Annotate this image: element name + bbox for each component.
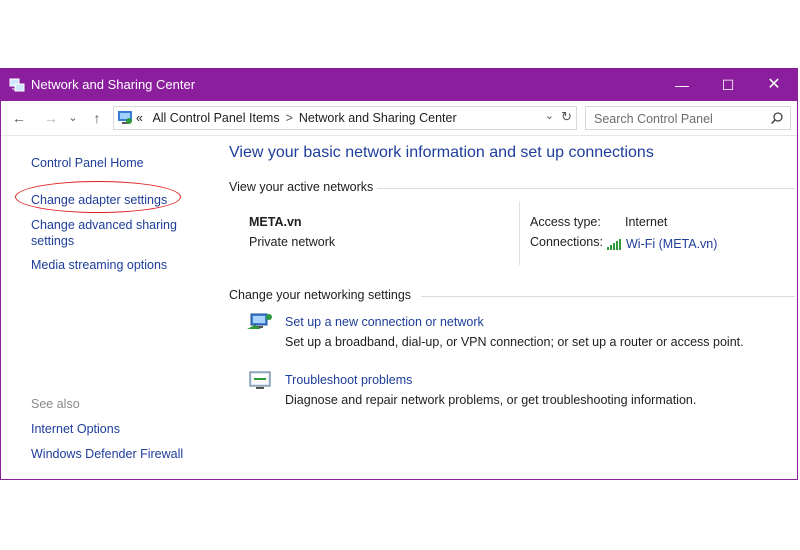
network-app-icon [9,78,25,92]
maximize-button[interactable]: ☐ [705,69,751,101]
control-panel-home-link[interactable]: Control Panel Home [31,155,144,171]
search-box[interactable] [585,106,791,130]
access-type-value: Internet [625,215,668,229]
wifi-connection-label[interactable]: Wi-Fi (META.vn) [626,237,717,251]
troubleshoot-icon [249,371,271,389]
breadcrumb-all-control-panel-items[interactable]: All Control Panel Items [152,111,279,125]
breadcrumb-network-sharing-center[interactable]: Network and Sharing Center [299,111,457,125]
connections-label: Connections: [530,235,603,249]
left-pane: Control Panel Home Change adapter settin… [1,135,206,479]
new-connection-icon [247,313,272,329]
address-dropdown-button[interactable]: ⌄ [545,109,554,122]
wifi-signal-icon [607,239,621,250]
network-name: META.vn [249,215,302,229]
refresh-button[interactable]: ↻ [561,109,572,125]
breadcrumb: « All Control Panel Items > Network and Sh… [136,111,457,125]
divider [421,296,795,297]
window-title: Network and Sharing Center [31,77,196,92]
change-advanced-sharing-link[interactable]: Change advanced sharing [31,217,177,233]
see-also-label: See also [31,397,80,411]
troubleshoot-problems-link[interactable]: Troubleshoot problems [285,373,412,387]
search-icon[interactable] [770,111,784,125]
vertical-divider [519,201,520,265]
main-content: View your basic network information and … [229,135,797,479]
search-input[interactable] [592,110,766,128]
change-settings-label: Change your networking settings [229,288,412,302]
setup-new-connection-description: Set up a broadband, dial-up, or VPN conn… [285,335,744,349]
setup-new-connection-link[interactable]: Set up a new connection or network [285,315,484,329]
windows-defender-firewall-link[interactable]: Windows Defender Firewall [31,446,183,462]
access-type-label: Access type: [530,215,601,229]
close-button[interactable]: ✕ [751,69,797,101]
divider [377,188,795,189]
forward-button[interactable]: → [41,107,61,129]
network-type: Private network [249,235,336,249]
back-button[interactable]: ← [9,107,29,129]
breadcrumb-separator[interactable]: > [286,111,293,125]
active-networks-label: View your active networks [229,180,374,194]
navigation-bar: ← → ⌄ ↑ « All Control Panel Items > Networ… [1,101,797,136]
address-bar[interactable]: « All Control Panel Items > Network and Sh… [113,106,577,130]
minimize-button[interactable]: — [659,69,705,101]
change-advanced-sharing-link-line2[interactable]: settings [31,233,74,249]
media-streaming-options-link[interactable]: Media streaming options [31,257,167,273]
troubleshoot-problems-description: Diagnose and repair network problems, or… [285,393,697,407]
breadcrumb-overflow[interactable]: « [136,111,143,125]
change-adapter-settings-link[interactable]: Change adapter settings [31,192,167,208]
title-bar: Network and Sharing Center — ☐ ✕ [1,69,797,101]
control-panel-icon [118,111,132,124]
up-button[interactable]: ↑ [87,107,107,129]
network-sharing-window: Network and Sharing Center — ☐ ✕ ← → ⌄ ↑… [0,68,798,480]
page-title: View your basic network information and … [229,144,654,161]
internet-options-link[interactable]: Internet Options [31,421,120,437]
wifi-connection-link[interactable]: Wi-Fi (META.vn) [607,237,717,251]
recent-locations-button[interactable]: ⌄ [63,107,83,129]
